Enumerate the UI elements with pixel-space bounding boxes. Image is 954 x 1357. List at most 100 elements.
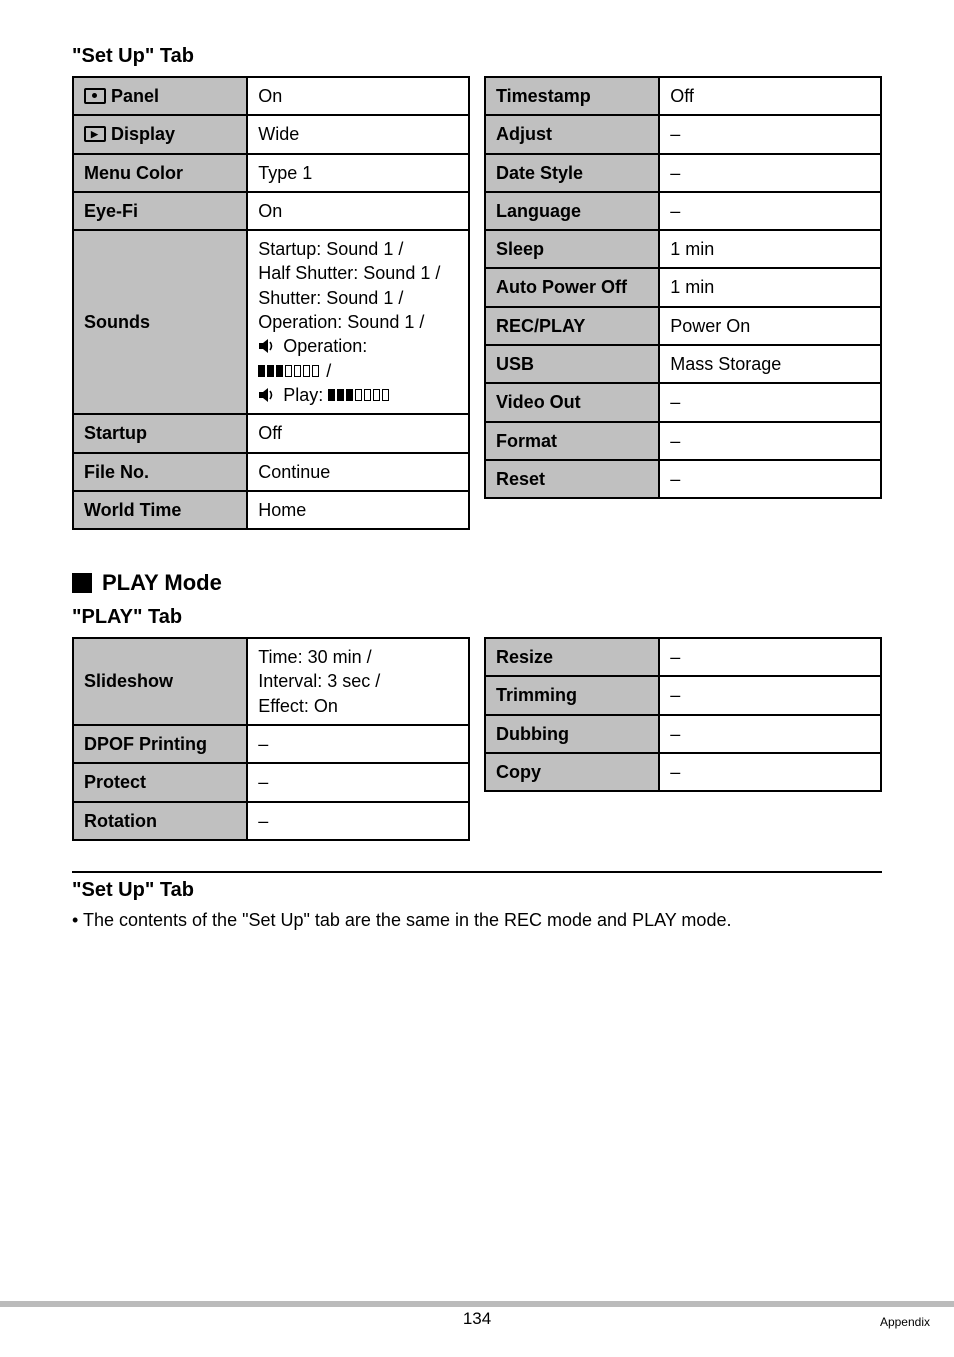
row-label: Rotation — [73, 802, 247, 840]
volume-bar-operation — [258, 362, 321, 380]
row-label: Eye-Fi — [73, 192, 247, 230]
row-value: – — [659, 460, 881, 498]
row-value: – — [659, 192, 881, 230]
table-row: Rotation– — [73, 802, 469, 840]
sounds-line: Shutter: Sound 1 / — [258, 286, 458, 310]
table-row: Auto Power Off1 min — [485, 268, 881, 306]
sounds-line: Operation: Sound 1 / — [258, 310, 458, 334]
row-value: Off — [659, 77, 881, 115]
row-value: 1 min — [659, 268, 881, 306]
table-row-sounds: Sounds Startup: Sound 1 / Half Shutter: … — [73, 230, 469, 414]
volume-bar-play — [328, 386, 391, 404]
row-value: – — [659, 753, 881, 791]
display-icon — [84, 126, 106, 142]
table-row: Date Style– — [485, 154, 881, 192]
table-row: World Time Home — [73, 491, 469, 529]
play-mode-title: PLAY Mode — [102, 570, 222, 596]
sounds-line: Operation: — [278, 336, 367, 356]
section-bullet-icon — [72, 573, 92, 593]
table-row: Dubbing– — [485, 715, 881, 753]
section-rule — [72, 871, 882, 873]
table-row: Eye-Fi On — [73, 192, 469, 230]
row-label: File No. — [73, 453, 247, 491]
row-label: Menu Color — [73, 154, 247, 192]
bottom-setup-tab-title: "Set Up" Tab — [72, 879, 882, 902]
row-label: Dubbing — [485, 715, 659, 753]
row-label: Reset — [485, 460, 659, 498]
panel-icon — [84, 88, 106, 104]
row-value: On — [247, 77, 469, 115]
sounds-value-cell: Startup: Sound 1 / Half Shutter: Sound 1… — [247, 230, 469, 414]
appendix-label: Appendix — [880, 1315, 930, 1329]
row-value: Wide — [247, 115, 469, 153]
sounds-line: Startup: Sound 1 / — [258, 237, 458, 261]
sounds-line: Half Shutter: Sound 1 / — [258, 261, 458, 285]
speaker-play-icon — [258, 389, 278, 403]
table-row: Resize– — [485, 638, 881, 676]
table-row: Menu Color Type 1 — [73, 154, 469, 192]
row-label: Format — [485, 422, 659, 460]
table-row: Display Wide — [73, 115, 469, 153]
row-label: Language — [485, 192, 659, 230]
row-value: Time: 30 min / Interval: 3 sec / Effect:… — [247, 638, 469, 725]
row-value: – — [247, 763, 469, 801]
row-value: – — [659, 422, 881, 460]
row-value: – — [659, 715, 881, 753]
row-label: Sleep — [485, 230, 659, 268]
table-row: USBMass Storage — [485, 345, 881, 383]
setup-right-table: TimestampOff Adjust– Date Style– Languag… — [484, 76, 882, 499]
table-row: Panel On — [73, 77, 469, 115]
sounds-line: Play: — [278, 385, 328, 405]
table-row: Adjust– — [485, 115, 881, 153]
table-row: Trimming– — [485, 676, 881, 714]
row-label: USB — [485, 345, 659, 383]
table-row: DPOF Printing– — [73, 725, 469, 763]
row-label: Video Out — [485, 383, 659, 421]
table-row: Slideshow Time: 30 min / Interval: 3 sec… — [73, 638, 469, 725]
play-left-table: Slideshow Time: 30 min / Interval: 3 sec… — [72, 637, 470, 841]
row-label: Panel — [111, 86, 159, 106]
row-label: DPOF Printing — [73, 725, 247, 763]
play-tab-title: "PLAY" Tab — [72, 606, 882, 629]
row-label: Timestamp — [485, 77, 659, 115]
table-row: REC/PLAYPower On — [485, 307, 881, 345]
row-value: Type 1 — [247, 154, 469, 192]
row-value: Home — [247, 491, 469, 529]
table-row: File No. Continue — [73, 453, 469, 491]
page-number: 134 — [463, 1309, 491, 1329]
row-value: Off — [247, 414, 469, 452]
row-value: – — [659, 115, 881, 153]
row-value: – — [659, 638, 881, 676]
table-row: Protect– — [73, 763, 469, 801]
row-label: Auto Power Off — [485, 268, 659, 306]
row-value: – — [659, 383, 881, 421]
row-label: World Time — [73, 491, 247, 529]
row-value: Mass Storage — [659, 345, 881, 383]
table-row: TimestampOff — [485, 77, 881, 115]
setup-left-table: Panel On Display Wide Menu Color Type 1 — [72, 76, 470, 530]
row-label: Adjust — [485, 115, 659, 153]
row-label: REC/PLAY — [485, 307, 659, 345]
row-value: – — [659, 154, 881, 192]
row-value: – — [659, 676, 881, 714]
table-row: Sleep1 min — [485, 230, 881, 268]
speaker-operation-icon — [258, 340, 278, 354]
footer-rule — [0, 1301, 954, 1307]
row-label: Protect — [73, 763, 247, 801]
row-label: Sounds — [73, 230, 247, 414]
row-label: Startup — [73, 414, 247, 452]
row-label: Trimming — [485, 676, 659, 714]
table-row: Video Out– — [485, 383, 881, 421]
row-label: Date Style — [485, 154, 659, 192]
table-row: Format– — [485, 422, 881, 460]
row-value: Power On — [659, 307, 881, 345]
row-label: Copy — [485, 753, 659, 791]
setup-tab-title: "Set Up" Tab — [72, 45, 882, 68]
table-row: Language– — [485, 192, 881, 230]
table-row: Startup Off — [73, 414, 469, 452]
bottom-note: • The contents of the "Set Up" tab are t… — [72, 910, 882, 931]
row-value: 1 min — [659, 230, 881, 268]
row-label: Display — [111, 124, 175, 144]
row-label: Resize — [485, 638, 659, 676]
row-value: Continue — [247, 453, 469, 491]
